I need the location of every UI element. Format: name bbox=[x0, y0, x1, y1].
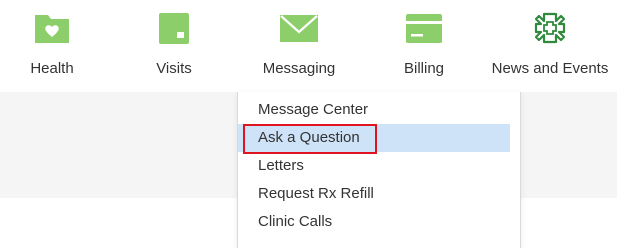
nav-item-health[interactable]: Health bbox=[10, 0, 94, 92]
calendar-icon bbox=[154, 10, 194, 46]
menu-item-message-center[interactable]: Message Center bbox=[238, 96, 510, 124]
nav-item-label: Messaging bbox=[262, 60, 336, 77]
menu-item-request-rx-refill[interactable]: Request Rx Refill bbox=[238, 180, 510, 208]
menu-item-clinic-calls[interactable]: Clinic Calls bbox=[238, 208, 510, 236]
top-navigation: Health Visits Messaging Billing News and… bbox=[0, 0, 617, 92]
menu-item-ask-a-question[interactable]: Ask a Question bbox=[238, 124, 510, 152]
nav-item-news-and-events[interactable]: News and Events bbox=[487, 0, 613, 92]
nav-item-label: News and Events bbox=[491, 60, 609, 77]
hospital-cross-icon bbox=[530, 10, 570, 46]
nav-item-label: Visits bbox=[156, 60, 192, 77]
nav-item-billing[interactable]: Billing bbox=[382, 0, 466, 92]
nav-item-label: Billing bbox=[403, 60, 445, 77]
nav-item-visits[interactable]: Visits bbox=[134, 0, 214, 92]
menu-item-letters[interactable]: Letters bbox=[238, 152, 510, 180]
envelope-icon bbox=[279, 10, 319, 46]
nav-item-label: Health bbox=[30, 60, 74, 77]
nav-item-messaging[interactable]: Messaging bbox=[249, 0, 349, 92]
credit-card-icon bbox=[404, 10, 444, 46]
folder-heart-icon bbox=[32, 10, 72, 46]
messaging-dropdown-menu: Message Center Ask a Question Letters Re… bbox=[237, 92, 521, 248]
